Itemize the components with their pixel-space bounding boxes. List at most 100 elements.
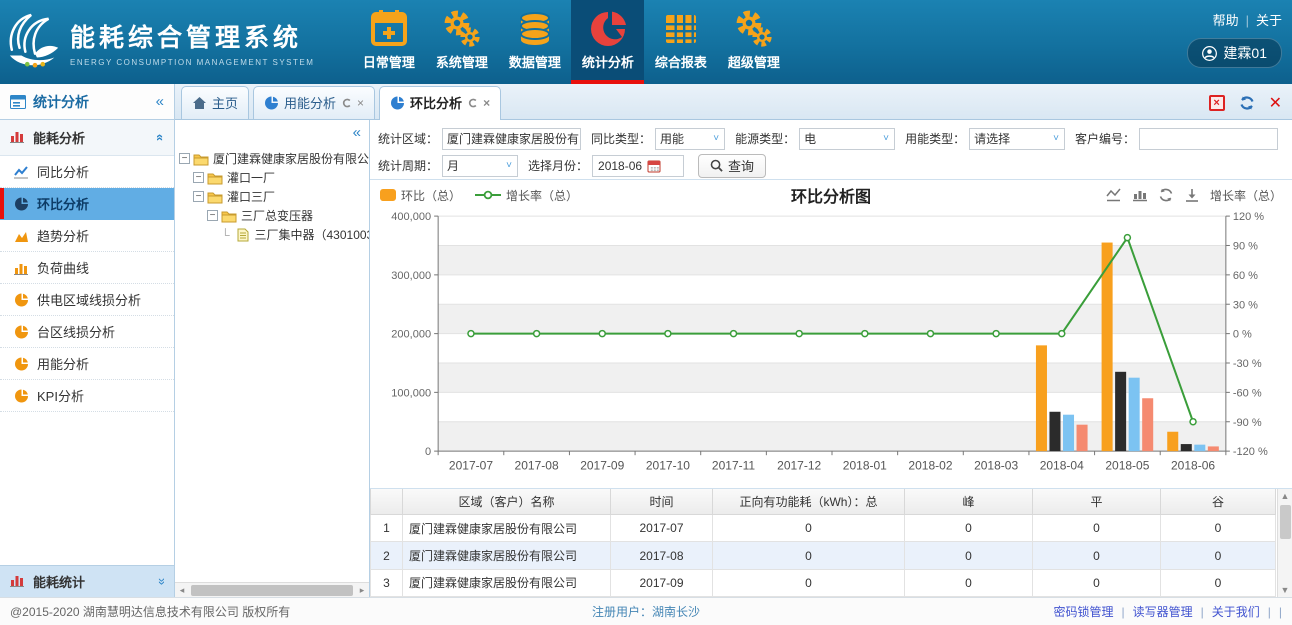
tab-close-icon[interactable]: × <box>357 96 364 110</box>
tab-3[interactable]: 环比分析× <box>379 86 501 120</box>
scroll-right-icon[interactable]: ▸ <box>355 585 369 596</box>
table-vertical-scrollbar[interactable]: ▲ ▼ <box>1277 489 1292 597</box>
close-all-tabs-icon[interactable]: ✕ <box>1269 93 1282 113</box>
chart-canvas[interactable]: 0100,000200,000300,000400,000120 %90 %60… <box>372 208 1290 488</box>
table-cell: 厦门建霖健康家居股份有限公司 <box>403 569 611 596</box>
line-point-2018-01[interactable] <box>862 331 868 337</box>
sidebar-item-4[interactable]: 负荷曲线 <box>0 252 174 284</box>
sidebar-item-5[interactable]: 供电区域线损分析 <box>0 284 174 316</box>
bar-环比（总）-2018-04[interactable] <box>1036 345 1047 451</box>
line-point-2018-06[interactable] <box>1190 419 1196 425</box>
bar-平-2018-06[interactable] <box>1194 445 1205 451</box>
sidebar-item-label: 供电区域线损分析 <box>37 290 141 309</box>
statistic-period-select[interactable]: 月˅ <box>442 155 518 177</box>
tree-expander-icon[interactable]: − <box>193 172 204 183</box>
about-link[interactable]: 关于 <box>1256 13 1282 28</box>
menu-item-5[interactable]: 综合报表 <box>644 0 717 84</box>
scroll-down-icon[interactable]: ▼ <box>1281 583 1290 597</box>
scrollbar-thumb[interactable] <box>191 585 353 596</box>
tree-node-5[interactable]: └三厂集中器（4301003 <box>179 225 369 244</box>
sidebar-item-7[interactable]: 用能分析 <box>0 348 174 380</box>
menu-item-4[interactable]: 统计分析 <box>571 0 644 84</box>
tab-1[interactable]: 主页 <box>181 86 249 119</box>
line-chart-view-icon[interactable] <box>1106 188 1122 202</box>
tab-refresh-icon[interactable] <box>468 98 477 108</box>
bar-谷-2018-05[interactable] <box>1142 398 1153 451</box>
scrollbar-thumb[interactable] <box>1280 505 1291 539</box>
tab-2[interactable]: 用能分析× <box>253 86 375 119</box>
help-link[interactable]: 帮助 <box>1213 13 1239 28</box>
sidebar-section-energy-statistics[interactable]: 能耗统计 « <box>0 565 174 597</box>
table-row[interactable]: 2厦门建霖健康家居股份有限公司2017-080000 <box>371 542 1276 569</box>
tree-expander-icon[interactable]: − <box>179 153 190 164</box>
usage-type-select[interactable]: 请选择˅ <box>969 128 1065 150</box>
sidebar-item-1[interactable]: 同比分析 <box>0 156 174 188</box>
bar-平-2018-05[interactable] <box>1129 378 1140 451</box>
table-row[interactable]: 1厦门建霖健康家居股份有限公司2017-070000 <box>371 515 1276 542</box>
energy-type-select[interactable]: 电˅ <box>799 128 895 150</box>
tree-horizontal-scrollbar[interactable]: ◂ ▸ <box>175 582 369 597</box>
tree-node-4[interactable]: −三厂总变压器 <box>179 206 369 225</box>
line-point-2018-05[interactable] <box>1124 235 1130 241</box>
footer-link-3[interactable]: 关于我们 <box>1212 603 1260 620</box>
chevron-down-icon[interactable]: « <box>153 578 168 585</box>
menu-item-1[interactable]: 日常管理 <box>352 0 425 84</box>
sidebar-section-energy-analysis[interactable]: 能耗分析 « <box>0 120 174 156</box>
sidebar-item-8[interactable]: KPI分析 <box>0 380 174 412</box>
tab-refresh-icon[interactable] <box>342 98 351 108</box>
bar-峰-2018-05[interactable] <box>1115 372 1126 451</box>
svg-text:400,000: 400,000 <box>391 211 431 223</box>
chevron-up-icon[interactable]: « <box>153 134 168 141</box>
footer-link-1[interactable]: 密码锁管理 <box>1053 603 1113 620</box>
refresh-tabs-icon[interactable] <box>1239 95 1255 111</box>
scroll-up-icon[interactable]: ▲ <box>1281 489 1290 503</box>
tree-collapse-icon[interactable]: « <box>175 120 369 141</box>
line-point-2017-11[interactable] <box>731 331 737 337</box>
query-button[interactable]: 查询 <box>698 154 766 178</box>
customer-no-input[interactable] <box>1139 128 1278 150</box>
tree-expander-icon[interactable]: − <box>207 210 218 221</box>
line-point-2017-07[interactable] <box>468 331 474 337</box>
bar-平-2018-04[interactable] <box>1063 415 1074 451</box>
sidebar-item-2[interactable]: 环比分析 <box>0 188 174 220</box>
statistic-area-input[interactable]: 厦门建霖健康家居股份有限公司 <box>442 128 581 150</box>
tab-close-icon[interactable]: × <box>483 96 490 110</box>
line-point-2018-04[interactable] <box>1059 331 1065 337</box>
compare-type-select[interactable]: 用能˅ <box>655 128 725 150</box>
tree-node-1[interactable]: −厦门建霖健康家居股份有限公司 <box>179 149 369 168</box>
line-point-2018-03[interactable] <box>993 331 999 337</box>
tree-node-3[interactable]: −灌口三厂 <box>179 187 369 206</box>
user-menu[interactable]: 建霖01 <box>1187 38 1282 68</box>
line-point-2018-02[interactable] <box>927 331 933 337</box>
download-chart-icon[interactable] <box>1184 188 1200 203</box>
sidebar-item-3[interactable]: 趋势分析 <box>0 220 174 252</box>
legend-item[interactable]: 增长率（总） <box>475 187 578 204</box>
menu-item-2[interactable]: 系统管理 <box>425 0 498 84</box>
menu-item-3[interactable]: 数据管理 <box>498 0 571 84</box>
tree-expander-icon[interactable]: − <box>193 191 204 202</box>
bar-峰-2018-06[interactable] <box>1181 444 1192 451</box>
select-month-input[interactable]: 2018-06 <box>592 155 684 177</box>
bar-chart-view-icon[interactable] <box>1132 188 1148 202</box>
footer-link-2[interactable]: 读写器管理 <box>1133 603 1193 620</box>
menu-item-6[interactable]: 超级管理 <box>717 0 790 84</box>
sidebar-item-6[interactable]: 台区线损分析 <box>0 316 174 348</box>
table-row[interactable]: 3厦门建霖健康家居股份有限公司2017-090000 <box>371 569 1276 596</box>
refresh-chart-icon[interactable] <box>1158 187 1174 203</box>
line-point-2017-10[interactable] <box>665 331 671 337</box>
sidebar-collapse-icon[interactable]: « <box>156 93 164 110</box>
svg-text:2018-01: 2018-01 <box>843 458 887 472</box>
line-point-2017-12[interactable] <box>796 331 802 337</box>
legend-item[interactable]: 环比（总） <box>380 187 461 204</box>
scroll-left-icon[interactable]: ◂ <box>175 585 189 596</box>
bar-谷-2018-06[interactable] <box>1208 446 1219 451</box>
bar-峰-2018-04[interactable] <box>1049 412 1060 451</box>
pie-blue-icon <box>264 96 279 110</box>
tree-node-2[interactable]: −灌口一厂 <box>179 168 369 187</box>
line-point-2017-08[interactable] <box>534 331 540 337</box>
svg-text:30 %: 30 % <box>1233 299 1258 311</box>
close-current-tab-icon[interactable]: × <box>1209 95 1225 111</box>
line-point-2017-09[interactable] <box>599 331 605 337</box>
bar-环比（总）-2018-06[interactable] <box>1167 432 1178 451</box>
bar-谷-2018-04[interactable] <box>1077 425 1088 451</box>
